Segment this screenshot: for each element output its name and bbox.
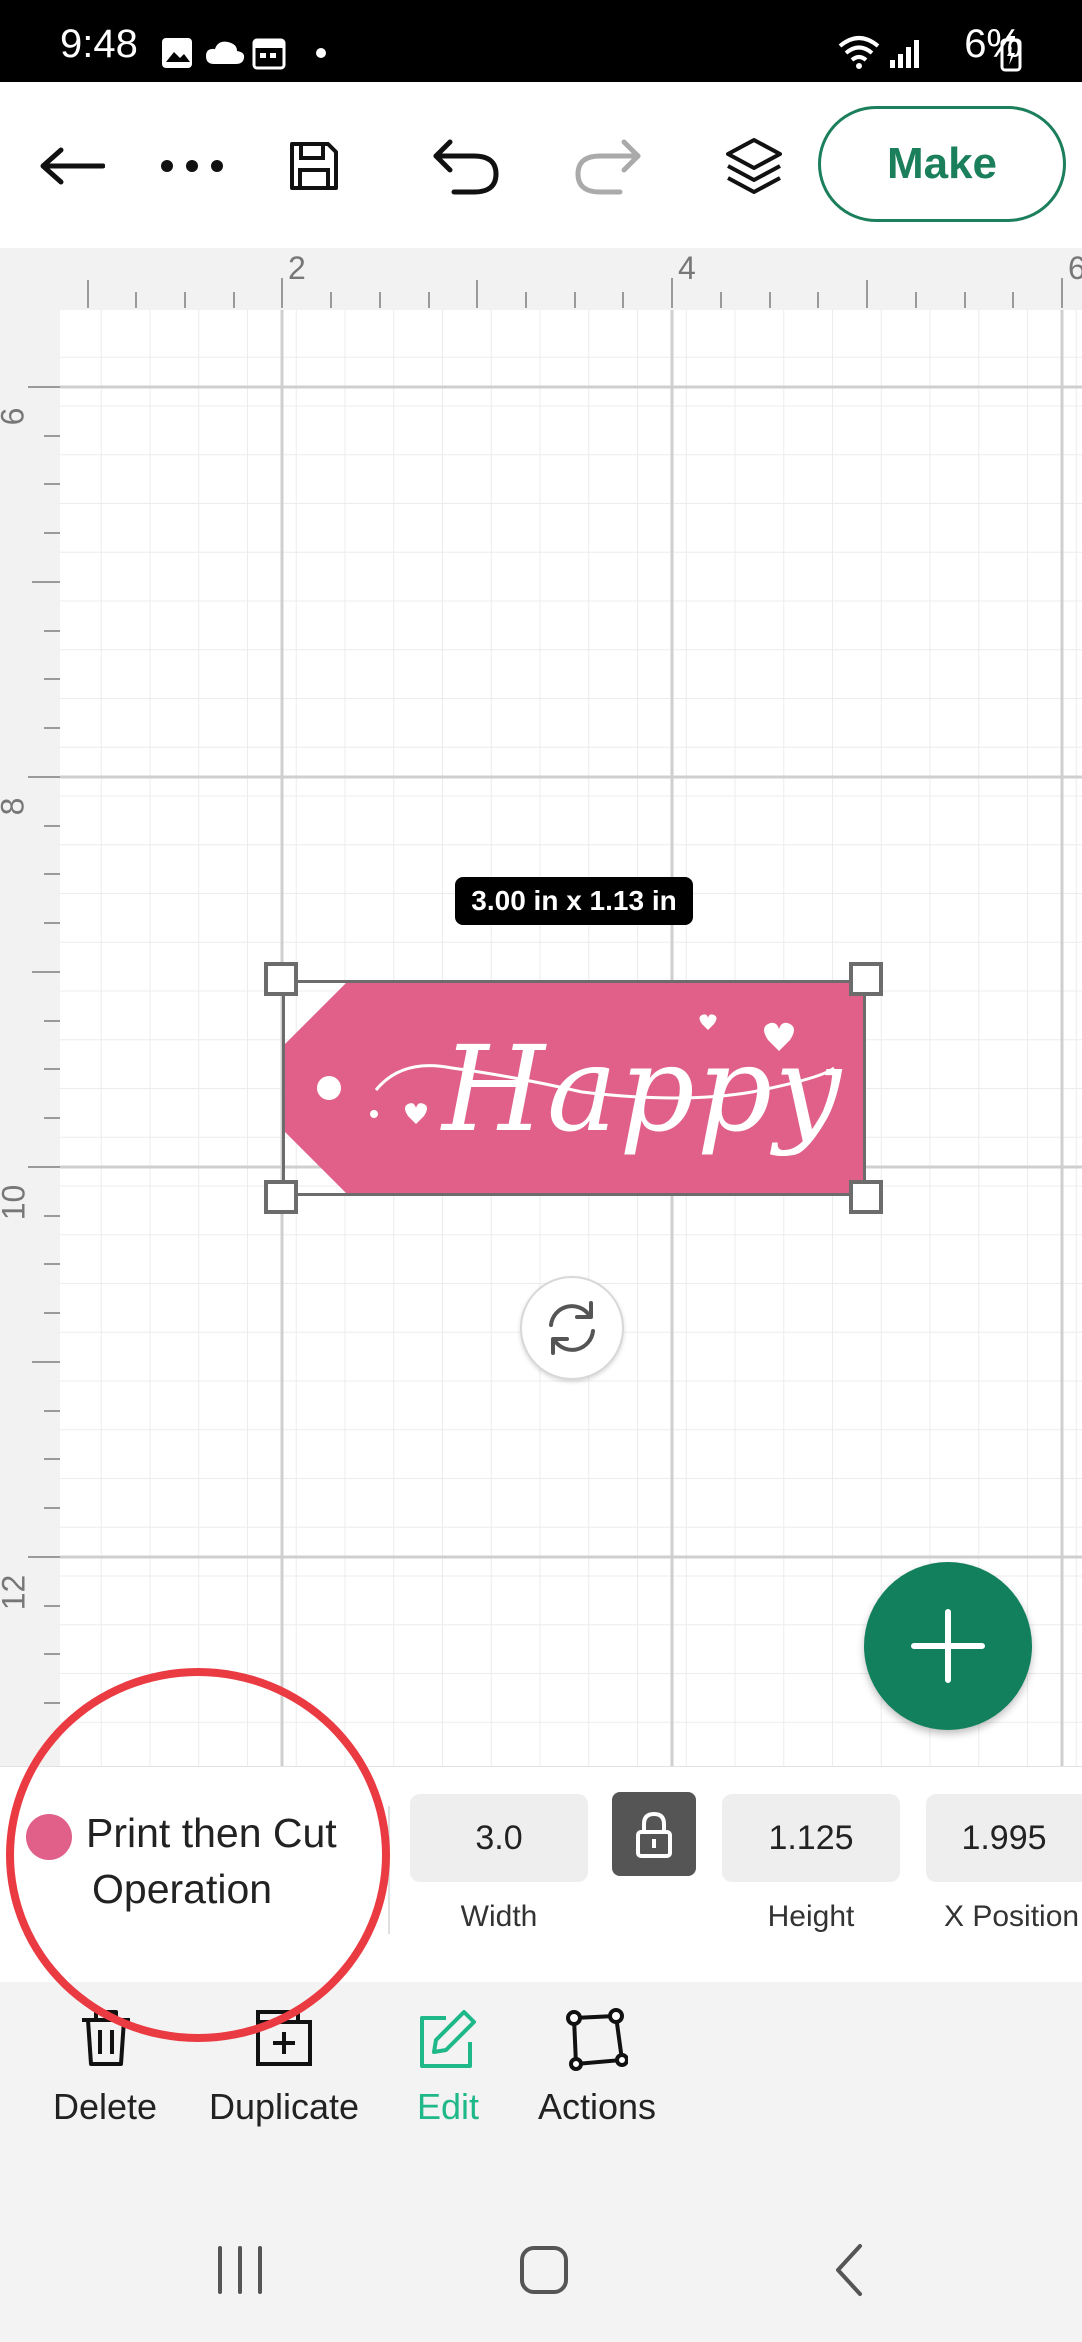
home-icon (520, 2246, 568, 2294)
resize-handle-bottom-left[interactable] (264, 1180, 298, 1214)
cloud-icon (206, 41, 245, 64)
layers-icon (726, 138, 782, 194)
top-ruler (87, 278, 1063, 308)
undo-icon (433, 139, 499, 195)
x-position-label: X Position (944, 1900, 1080, 1933)
width-field[interactable]: 3.0 (410, 1794, 588, 1882)
layers-button[interactable] (712, 124, 796, 208)
height-field[interactable]: 1.125 (722, 1794, 900, 1882)
object-script-text: Happy (442, 1020, 843, 1158)
save-button[interactable] (272, 124, 356, 208)
edit-tab[interactable]: Edit (396, 2008, 500, 2138)
selected-design-object[interactable]: Happy (282, 980, 866, 1196)
edit-icon (420, 2010, 476, 2068)
calendar-icon (252, 38, 286, 70)
gallery-icon (162, 38, 192, 68)
resize-handle-bottom-right[interactable] (849, 1180, 883, 1214)
left-ruler (28, 386, 60, 1704)
duplicate-label: Duplicate (208, 2086, 360, 2127)
ruler-label-left: 6 (0, 408, 31, 426)
ruler-label-left: 12 (0, 1574, 32, 1611)
width-label: Width (460, 1900, 538, 1933)
x-position-field[interactable]: 1.995 (926, 1794, 1082, 1882)
ruler-label-top: 6 (1068, 250, 1082, 286)
signal-icon (890, 40, 919, 68)
lock-aspect-button[interactable] (612, 1792, 696, 1876)
edit-label: Edit (416, 2086, 480, 2127)
ruler-label-top: 2 (288, 250, 306, 286)
rotate-button[interactable] (520, 1276, 624, 1380)
ruler-label-top: 4 (678, 250, 696, 286)
more-icon (161, 160, 223, 172)
status-bar: 9:48 6% (0, 0, 1082, 82)
home-button[interactable] (506, 2240, 582, 2300)
wifi-icon (838, 36, 880, 69)
dimension-badge: 3.00 in x 1.13 in (455, 877, 693, 925)
back-nav-button[interactable] (820, 2240, 880, 2300)
ruler-label-left: 8 (0, 798, 31, 816)
redo-icon (575, 139, 641, 195)
resize-handle-top-left[interactable] (264, 962, 298, 996)
rotate-icon (549, 1301, 595, 1355)
ruler-label-left: 10 (0, 1184, 32, 1221)
height-label: Height (767, 1900, 855, 1933)
actions-label: Actions (537, 2086, 657, 2127)
recent-apps-button[interactable] (200, 2240, 280, 2300)
arrow-left-icon (40, 147, 105, 185)
chevron-left-icon (836, 2244, 862, 2296)
status-time: 9:48 (60, 22, 138, 66)
undo-button[interactable] (424, 124, 508, 208)
back-button[interactable] (30, 124, 114, 208)
more-options-button[interactable] (150, 124, 234, 208)
plus-icon (911, 1609, 985, 1683)
lock-icon (636, 1811, 672, 1858)
actions-button[interactable]: Actions (522, 2008, 672, 2138)
path-actions-icon (566, 2008, 628, 2071)
delete-label: Delete (52, 2086, 158, 2127)
battery-icon (1000, 36, 1022, 72)
redo-button[interactable] (566, 124, 650, 208)
notification-dot-icon (316, 48, 326, 58)
make-button[interactable]: Make (818, 106, 1066, 222)
recent-apps-icon (218, 2246, 262, 2294)
highlight-annotation-circle (6, 1668, 390, 2042)
resize-handle-top-right[interactable] (849, 962, 883, 996)
save-icon (290, 142, 338, 190)
add-floating-button[interactable] (864, 1562, 1032, 1730)
